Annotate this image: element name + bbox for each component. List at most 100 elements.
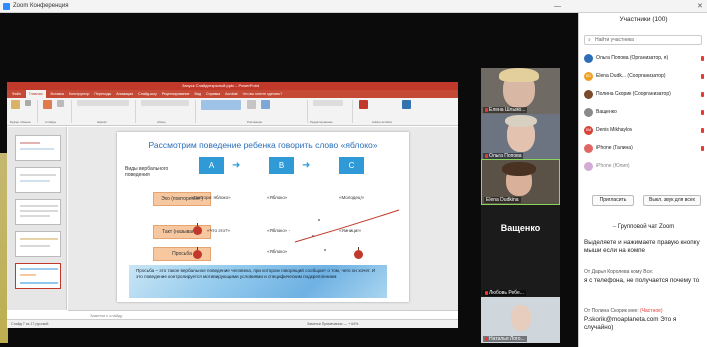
ppt-tab-review[interactable]: Рецензирование: [162, 90, 190, 98]
ppt-tab-insert[interactable]: Вставка: [51, 90, 64, 98]
participant-name-placeholder: Ващенко: [500, 223, 541, 233]
slide-thumbnail[interactable]: [15, 199, 61, 225]
minimize-button[interactable]: —: [554, 0, 561, 13]
thumbnail-content: [20, 148, 54, 150]
ppt-ribbon-tabs: Файл Главная Вставка Конструктор Переходы Ани…: [7, 90, 458, 98]
thumbnail-content: [20, 205, 58, 207]
quick-styles-button[interactable]: [261, 100, 270, 109]
participant-row[interactable]: iPhone (Юлия): [584, 161, 707, 172]
annotation-dot: [324, 249, 326, 251]
ppt-tab-transitions[interactable]: Переходы: [94, 90, 111, 98]
video-name-label: Наталья Лого...: [483, 336, 527, 342]
paste-button[interactable]: [11, 100, 20, 109]
search-placeholder: Найти участника: [595, 37, 634, 43]
participant-name: Elena Dudk... (Соорганизатор): [596, 73, 666, 79]
slide-thumbnail[interactable]: [15, 231, 61, 257]
annotation-dot: [318, 219, 320, 221]
participant-row[interactable]: Ващенко: [584, 107, 707, 118]
powerpoint-window: Запуск Слайдоткрытый.pptx – PowerPoint Ф…: [7, 82, 458, 328]
current-slide[interactable]: Рассмотрим поведение ребенка говорить сл…: [117, 132, 409, 302]
ppt-tab-view[interactable]: Вид: [195, 90, 202, 98]
new-slide-icon: [43, 100, 52, 109]
group-chat-header: – Групповой чат Zoom: [579, 224, 707, 230]
status-view-controls[interactable]: Заметки Примечания — + 64%: [307, 320, 358, 328]
status-slide-info: Слайд 7 из 17 русский: [11, 322, 49, 326]
arrange-icon: [247, 100, 256, 109]
video-name: Любовь Ребе...: [489, 290, 524, 296]
thumbnail-content: [20, 238, 58, 240]
video-tile[interactable]: Елена Шльмо...: [481, 68, 560, 114]
video-tile[interactable]: Наталья Лого...: [481, 297, 560, 343]
find-button[interactable]: [313, 100, 343, 106]
ppt-tab-help[interactable]: Справка: [206, 90, 220, 98]
video-tile[interactable]: Ольга Попова: [481, 114, 560, 160]
acrobat-share-button[interactable]: [359, 100, 368, 109]
ribbon-divider: [195, 100, 196, 123]
participant-video: [505, 115, 537, 127]
participant-name: Denis Mikhaylov: [596, 127, 633, 133]
slide-notes[interactable]: Заметки к слайду: [68, 310, 458, 319]
ppt-tab-slideshow[interactable]: Слайд-шоу: [138, 90, 157, 98]
muted-mic-icon: [485, 107, 488, 112]
participant-video: [502, 162, 536, 176]
participant-row[interactable]: Ольга Попова (Организатор, я): [584, 53, 707, 64]
video-tile-active-speaker[interactable]: Elena Dudkina: [481, 159, 560, 205]
new-slide-button[interactable]: [43, 100, 52, 109]
muted-mic-icon: [485, 336, 488, 341]
video-name: Наталья Лого...: [489, 336, 525, 342]
ppt-tab-file[interactable]: Файл: [12, 90, 21, 98]
video-tile[interactable]: Любовь Ребе...: [481, 251, 560, 297]
participant-search-input[interactable]: ⌕ Найти участника: [584, 35, 702, 45]
slide-thumbnail-selected[interactable]: [15, 263, 61, 289]
ribbon-divider: [37, 100, 38, 123]
ribbon-divider: [71, 100, 72, 123]
ribbon-group-drawing: Рисование: [247, 120, 263, 124]
ribbon-group-clipboard: Буфер обмена: [10, 120, 31, 124]
invite-button[interactable]: Пригласить: [592, 195, 634, 206]
participant-name: iPhone (Юлия): [596, 163, 630, 169]
close-button[interactable]: ✕: [697, 0, 703, 13]
ribbon-group-slides: Слайды: [45, 120, 57, 124]
shapes-gallery[interactable]: [201, 100, 241, 110]
mute-all-button[interactable]: Выкл. звук для всех: [643, 195, 701, 206]
font-controls[interactable]: [77, 100, 129, 106]
request-definition-box: Просьба – это такое вербальное поведение…: [129, 265, 387, 298]
ribbon-divider: [307, 100, 308, 123]
ppt-tab-home[interactable]: Главная: [25, 90, 46, 98]
acrobat-icon: [359, 100, 368, 109]
participants-panel: Участники (100) ⌕ Найти участника Ольга …: [578, 13, 707, 347]
participant-video: [511, 305, 531, 331]
ppt-tab-animations[interactable]: Анимация: [116, 90, 133, 98]
participant-row[interactable]: Полина Скорик (Соорганизатор): [584, 89, 707, 100]
ppt-tab-acrobat[interactable]: Acrobat: [225, 90, 237, 98]
cut-button[interactable]: [25, 100, 31, 106]
scissors-icon: [25, 100, 31, 106]
arrange-button[interactable]: [247, 100, 256, 109]
participant-row[interactable]: DM Denis Mikhaylov: [584, 125, 707, 136]
slide-thumbnail[interactable]: [15, 167, 61, 193]
thumbnail-content: [20, 215, 50, 217]
video-name-label: Елена Шльмо...: [483, 107, 528, 113]
chat-message: я с телефона, не получается почему то: [584, 277, 700, 284]
group-chat-title: Групповой чат Zoom: [617, 224, 675, 230]
video-name-label: Любовь Ребе...: [483, 290, 526, 296]
annotation-dot: [312, 235, 314, 237]
slide-thumbnail[interactable]: [15, 135, 61, 161]
paragraph-controls[interactable]: [141, 100, 189, 106]
participant-row[interactable]: ED Elena Dudk... (Соорганизатор): [584, 71, 707, 82]
acrobat-create-button[interactable]: [402, 100, 411, 109]
ribbon-group-editing: Редактирование: [310, 120, 333, 124]
avatar: [584, 108, 593, 117]
ppt-tell-me[interactable]: Что вы хотите сделать?: [243, 90, 283, 98]
muted-mic-icon: [701, 74, 704, 79]
video-tile[interactable]: Ващенко: [481, 205, 560, 251]
thumbnail-content: [20, 282, 58, 284]
chat-message: Выделяете и нажимаете правую кнопку мыши…: [584, 239, 700, 254]
acrobat-pdf-icon: [402, 100, 411, 109]
collapse-icon[interactable]: –: [613, 224, 616, 230]
participant-row[interactable]: iPhone (Галина): [584, 143, 707, 154]
zoom-app-icon: [3, 3, 10, 10]
ribbon-divider: [135, 100, 136, 123]
layout-button[interactable]: [57, 100, 64, 107]
ppt-tab-design[interactable]: Конструктор: [69, 90, 90, 98]
